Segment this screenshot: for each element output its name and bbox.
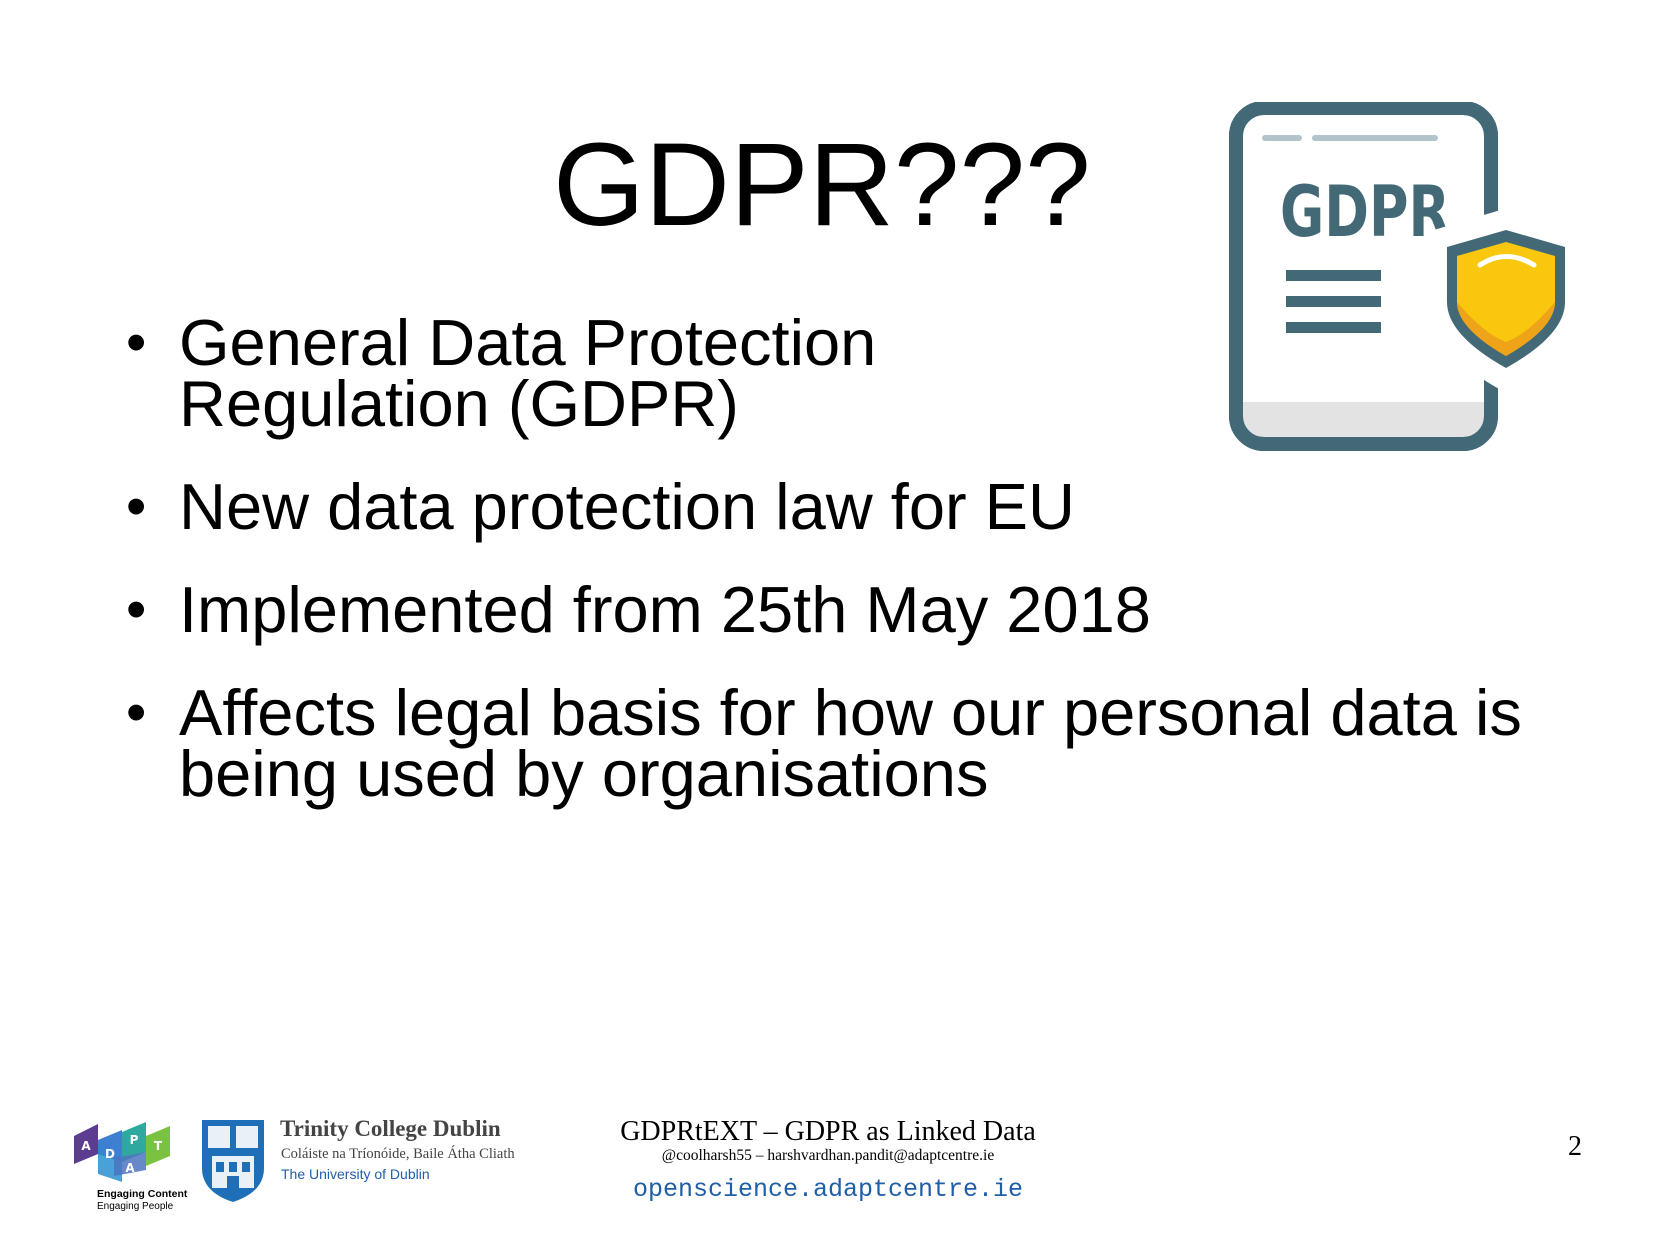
bullet-list: General Data Protection Regulation (GDPR…	[126, 306, 1626, 846]
slide: GDPR??? GDPR General Data Protection Reg…	[0, 0, 1654, 1241]
gdpr-icon-label: GDPR	[1280, 171, 1450, 253]
slide-title: GDPR???	[553, 119, 1091, 251]
page-number: 2	[1568, 1131, 1582, 1162]
adapt-tagline: Engaging People	[97, 1201, 174, 1212]
adapt-letter: D	[105, 1147, 115, 1161]
bullet-text: Affects legal basis for how our personal…	[179, 676, 1522, 749]
bullet-item: Affects legal basis for how our personal…	[126, 676, 1626, 810]
bullet-item: General Data Protection Regulation (GDPR…	[126, 306, 1626, 440]
adapt-letter: A	[125, 1161, 135, 1175]
footer-logos: A D A P T Engaging Content Engaging Peop…	[72, 1116, 522, 1228]
tcd-irish-name: Coláiste na Tríonóide, Baile Átha Cliath	[281, 1146, 515, 1162]
footer-url[interactable]: openscience.adaptcentre.ie	[588, 1175, 1068, 1204]
bullet-item: New data protection law for EU	[126, 470, 1626, 543]
adapt-letter: T	[154, 1139, 163, 1153]
bullet-text: New data protection law for EU	[179, 470, 1075, 543]
tcd-university: The University of Dublin	[281, 1166, 430, 1182]
tcd-crest-icon	[202, 1120, 264, 1202]
footer-contact: @coolharsh55 – harshvardhan.pandit@adapt…	[661, 1147, 995, 1164]
bullet-text: being used by organisations	[179, 737, 989, 810]
bullet-text: Regulation (GDPR)	[179, 367, 739, 440]
adapt-letter: A	[81, 1139, 91, 1153]
bullet-text: Implemented from 25th May 2018	[179, 573, 1151, 646]
adapt-letter: P	[130, 1133, 139, 1147]
footer-title: GDPRtEXT – GDPR as Linked Data	[620, 1116, 1036, 1147]
adapt-tagline: Engaging Content	[97, 1188, 188, 1200]
footer-center: GDPRtEXT – GDPR as Linked Data @coolhars…	[588, 1116, 1068, 1205]
bullet-item: Implemented from 25th May 2018	[126, 573, 1626, 646]
bullet-text: General Data Protection	[179, 306, 877, 379]
tcd-name: Trinity College Dublin	[280, 1116, 501, 1141]
